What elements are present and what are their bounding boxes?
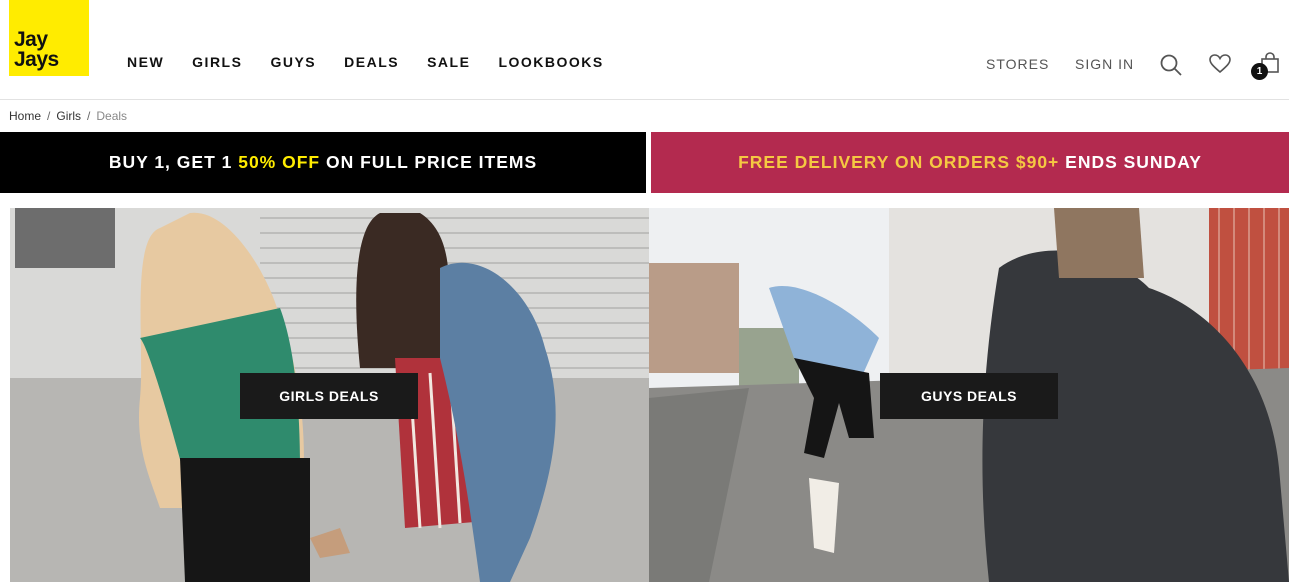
- promo-banner-bogo[interactable]: BUY 1, GET 1 50% OFF ON FULL PRICE ITEMS: [0, 132, 646, 193]
- stores-link[interactable]: STORES: [986, 56, 1049, 72]
- nav-guys[interactable]: GUYS: [270, 54, 316, 70]
- promo-bogo-pre: BUY 1, GET 1: [108, 152, 239, 172]
- brand-logo-line1: Jay: [14, 28, 48, 51]
- girls-deals-tile[interactable]: GIRLS DEALS: [10, 208, 649, 582]
- guys-deals-tile[interactable]: GUYS DEALS: [649, 208, 1289, 582]
- site-header: Jay Jays NEW GIRLS GUYS DEALS SALE LOOKB…: [0, 0, 1289, 100]
- promo-delivery-post: ENDS SUNDAY: [1059, 152, 1202, 172]
- sign-in-link[interactable]: SIGN IN: [1075, 56, 1134, 72]
- breadcrumb-home[interactable]: Home: [9, 109, 41, 123]
- promo-bogo-highlight: 50% OFF: [238, 152, 321, 172]
- heart-icon[interactable]: [1209, 54, 1231, 74]
- promo-bogo-post: ON FULL PRICE ITEMS: [320, 152, 538, 172]
- guys-deals-button[interactable]: GUYS DEALS: [880, 373, 1058, 419]
- nav-deals[interactable]: DEALS: [344, 54, 399, 70]
- nav-lookbooks[interactable]: LOOKBOOKS: [498, 54, 603, 70]
- nav-sale[interactable]: SALE: [427, 54, 470, 70]
- breadcrumb-current: Deals: [96, 109, 128, 123]
- breadcrumb-separator: /: [47, 109, 51, 123]
- nav-new[interactable]: NEW: [127, 54, 164, 70]
- girls-deals-button[interactable]: GIRLS DEALS: [240, 373, 418, 419]
- promo-delivery-highlight: FREE DELIVERY ON ORDERS $90+: [738, 152, 1060, 172]
- brand-logo-line2: Jays: [14, 48, 59, 71]
- nav-girls[interactable]: GIRLS: [192, 54, 242, 70]
- search-icon[interactable]: [1159, 53, 1183, 77]
- promo-banner-delivery[interactable]: FREE DELIVERY ON ORDERS $90+ ENDS SUNDAY: [651, 132, 1289, 193]
- cart-count-badge: 1: [1251, 63, 1268, 80]
- brand-logo[interactable]: Jay Jays: [9, 0, 89, 76]
- breadcrumb-girls[interactable]: Girls: [56, 109, 81, 123]
- breadcrumb: Home / Girls / Deals: [9, 109, 127, 123]
- main-nav: NEW GIRLS GUYS DEALS SALE LOOKBOOKS: [127, 54, 632, 70]
- breadcrumb-separator: /: [87, 109, 91, 123]
